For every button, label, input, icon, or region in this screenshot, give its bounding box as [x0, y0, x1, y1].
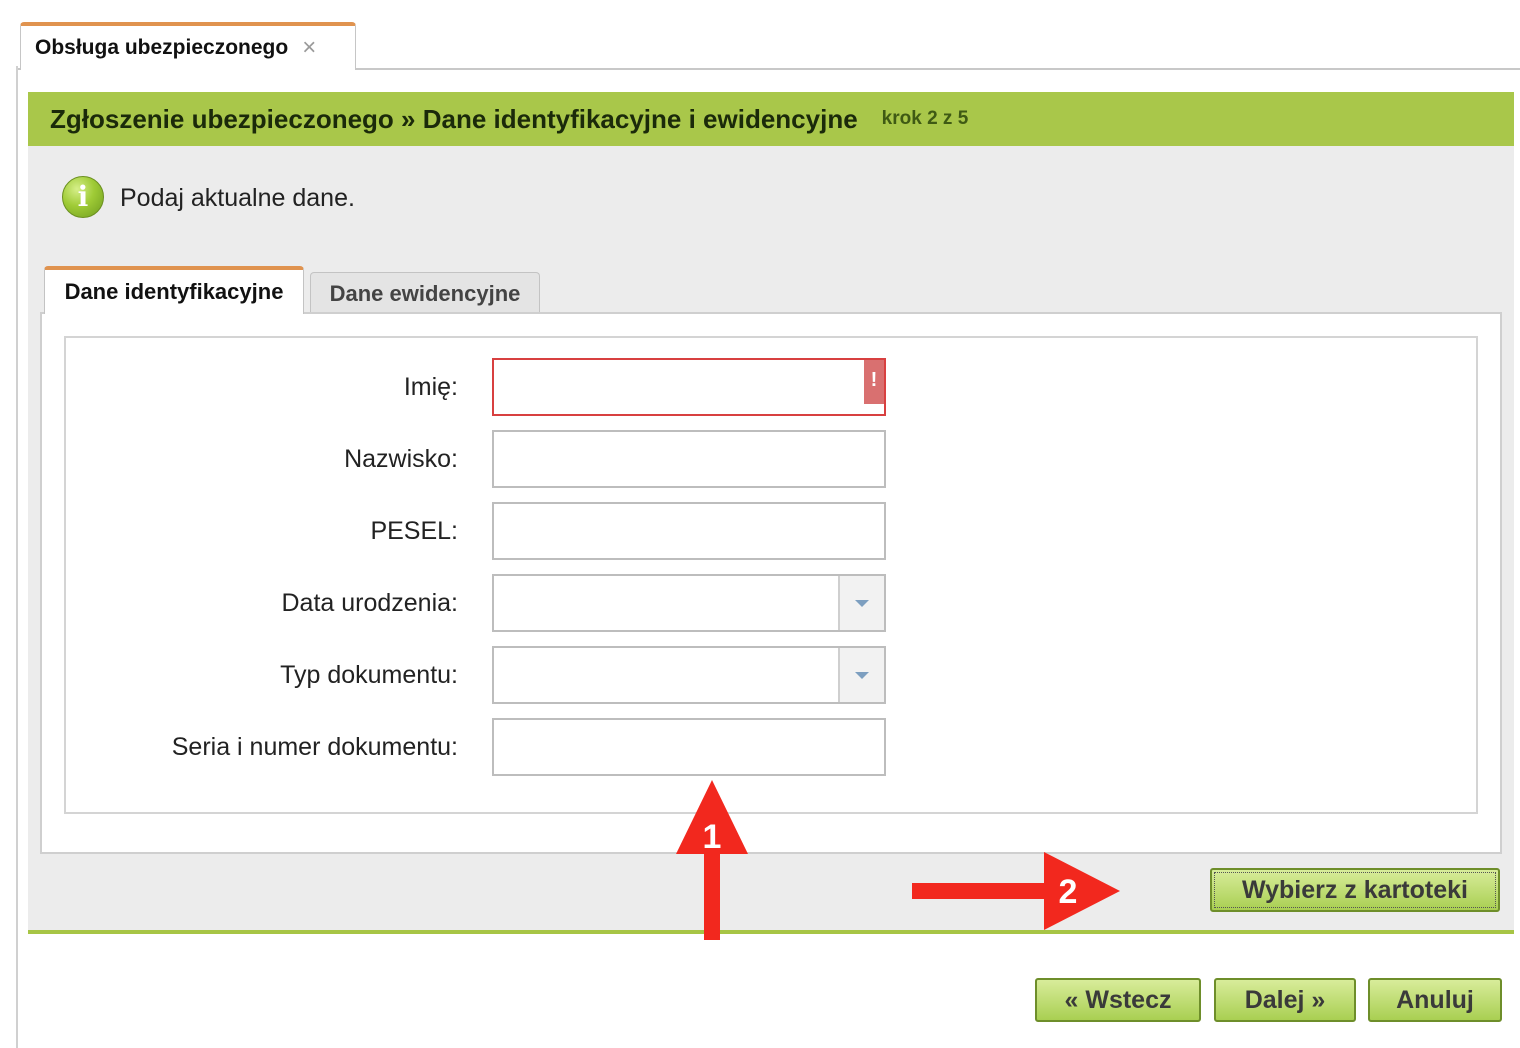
nazwisko-label: Nazwisko:: [344, 445, 458, 473]
tab-label: Obsługa ubezpieczonego: [35, 36, 289, 59]
step-indicator: krok 2 z 5: [881, 108, 969, 129]
form-row-pesel: PESEL:: [66, 502, 1476, 560]
info-message: Podaj aktualne dane.: [120, 184, 355, 212]
seria-numer-input[interactable]: [492, 718, 886, 776]
data-urodzenia-dropdown-button[interactable]: [838, 576, 884, 630]
typ-dokumentu-combo[interactable]: [492, 646, 886, 704]
typ-dokumentu-label: Typ dokumentu:: [280, 661, 458, 689]
seria-numer-label: Seria i numer dokumentu:: [171, 733, 458, 761]
form-row-typ-dokumentu: Typ dokumentu:: [66, 646, 1476, 704]
left-border: [16, 66, 18, 1048]
chevron-down-icon: [855, 599, 869, 607]
form-row-nazwisko: Nazwisko:: [66, 430, 1476, 488]
page-title: Zgłoszenie ubezpieczonego » Dane identyf…: [50, 103, 858, 134]
typ-dokumentu-dropdown-button[interactable]: [838, 648, 884, 702]
wybierz-z-kartoteki-button[interactable]: Wybierz z kartoteki: [1210, 868, 1500, 912]
data-urodzenia-combo[interactable]: [492, 574, 886, 632]
tab-content: Imię: ! Nazwisko: PESEL: Data urodzenia:: [40, 312, 1502, 854]
tab-dane-ewidencyjne[interactable]: Dane ewidencyjne: [310, 272, 540, 314]
pesel-input[interactable]: [492, 502, 886, 560]
tab-dane-identyfikacyjne[interactable]: Dane identyfikacyjne: [44, 266, 304, 314]
panel-header: Zgłoszenie ubezpieczonego » Dane identyf…: [28, 92, 1514, 146]
back-button[interactable]: « Wstecz: [1035, 978, 1201, 1022]
close-icon[interactable]: ×: [302, 36, 316, 60]
form-row-seria-numer: Seria i numer dokumentu:: [66, 718, 1476, 776]
info-icon: i: [62, 176, 104, 218]
data-urodzenia-label: Data urodzenia:: [281, 589, 458, 617]
form-row-imie: Imię: !: [66, 358, 1476, 416]
chevron-down-icon: [855, 671, 869, 679]
tab-obsluga-ubezpieczonego[interactable]: Obsługa ubezpieczonego ×: [20, 22, 356, 70]
pesel-label: PESEL:: [370, 517, 458, 545]
nazwisko-input[interactable]: [492, 430, 886, 488]
form-row-data-urodzenia: Data urodzenia:: [66, 574, 1476, 632]
next-button[interactable]: Dalej »: [1214, 978, 1356, 1022]
error-icon: !: [864, 360, 884, 404]
imie-label: Imię:: [403, 373, 458, 401]
imie-input[interactable]: !: [492, 358, 886, 416]
form-fieldset: Imię: ! Nazwisko: PESEL: Data urodzenia:: [64, 336, 1478, 814]
cancel-button[interactable]: Anuluj: [1368, 978, 1502, 1022]
wizard-panel: Zgłoszenie ubezpieczonego » Dane identyf…: [28, 92, 1514, 934]
